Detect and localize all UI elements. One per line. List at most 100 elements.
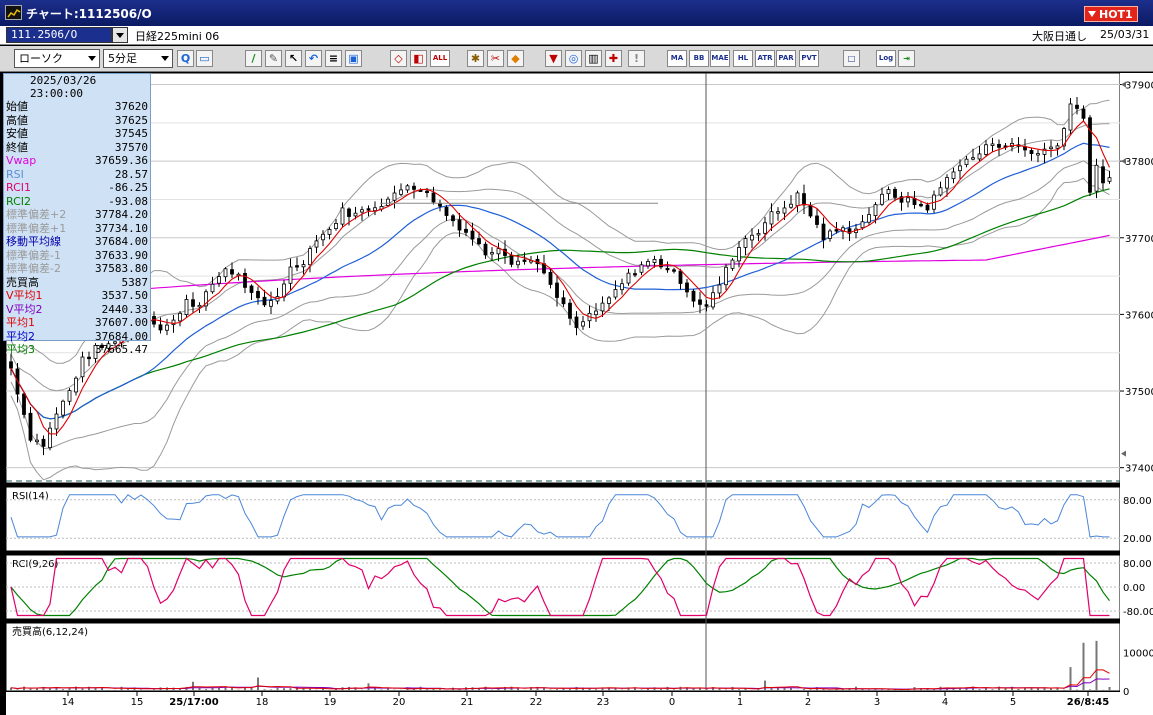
candle-body [347, 208, 351, 217]
indicator-button-pvt[interactable]: PVT [799, 50, 819, 67]
volume-bar [569, 689, 571, 691]
candle-body [1055, 145, 1060, 149]
hot-label: HOT1 [1099, 8, 1133, 21]
tools-icon[interactable]: ✂ [487, 50, 504, 67]
exit-icon[interactable]: ⇥ [898, 50, 915, 67]
delete-icon[interactable]: ▣ [345, 50, 362, 67]
symbol-input[interactable]: 111.2506/O [6, 27, 112, 43]
timeframe-select[interactable]: 5分足 [103, 49, 173, 68]
candle-body [308, 248, 312, 266]
info-row: 標準偏差+1 37734.10 [4, 222, 150, 236]
indicator-button-hl[interactable]: HL [733, 50, 753, 67]
volume-bar [276, 688, 279, 691]
volume-bar [1095, 640, 1098, 691]
time-axis-label: 2 [805, 697, 811, 708]
volume-bar [68, 687, 71, 691]
candle-body [711, 292, 715, 308]
zoom-icon[interactable]: Q [177, 50, 194, 67]
rsi-tick-label: 80.00 [1123, 496, 1152, 507]
volume-bar [1056, 688, 1059, 691]
volume-bar [1017, 688, 1020, 691]
volume-bar [445, 690, 448, 691]
time-axis-label: 23 [597, 697, 610, 708]
cursor-icon[interactable]: ↖ [285, 50, 302, 67]
indicator-button-par[interactable]: PAR [776, 50, 796, 67]
cross-icon[interactable]: ✚ [605, 50, 622, 67]
candle-body [301, 264, 306, 268]
candle-body [230, 269, 234, 275]
candle-body [54, 413, 59, 430]
candle-body [35, 439, 39, 443]
candle-body [464, 228, 468, 233]
candle-body [67, 390, 72, 402]
settings-icon[interactable]: ✱ [467, 50, 484, 67]
indicator-button-all[interactable]: ALL [430, 50, 450, 67]
info-row-label: 高値 [6, 113, 28, 127]
indicator-button-log[interactable]: Log [876, 50, 896, 67]
symbol-info-bar: 111.2506/O 日経225mini 06 大阪日通し 25/03/31 [0, 26, 1153, 45]
info-row: 標準偏差+2 37784.20 [4, 208, 150, 222]
volume-bar [751, 690, 753, 691]
candle-body [256, 290, 260, 299]
session-date: 25/03/31 [1100, 28, 1150, 41]
volume-bar [309, 688, 311, 691]
compare-icon[interactable]: ▥ [585, 50, 602, 67]
volume-bar [679, 686, 682, 691]
download-icon[interactable]: ▼ [545, 50, 562, 67]
candle-body [483, 243, 488, 256]
info-row-value: 37684.00 [95, 329, 148, 343]
info-icon[interactable]: ! [628, 50, 645, 67]
candle-body [600, 302, 605, 312]
chart-type-select[interactable]: ローソク [14, 49, 100, 68]
info-row: 平均1 37607.00 [4, 316, 150, 330]
document-icon[interactable]: ≡ [325, 50, 342, 67]
volume-bar [23, 686, 25, 691]
volume-bar [62, 689, 64, 691]
chart-area[interactable]: 379003780037700376003750037400141525/17:… [0, 73, 1153, 715]
search-chart-icon[interactable]: ◎ [565, 50, 582, 67]
candle-body [951, 171, 956, 180]
candle-body [938, 187, 943, 196]
volume-bar [1076, 689, 1078, 691]
candle-body [22, 393, 26, 415]
candle-body [964, 158, 969, 165]
candle-body [886, 189, 891, 195]
indicator-button-bb[interactable]: BB [689, 50, 709, 67]
volume-bar [699, 688, 701, 691]
candle-body [730, 259, 735, 269]
info-row: 終値 37570 [4, 141, 150, 155]
window-icon[interactable]: ▭ [196, 50, 213, 67]
candle-body [984, 144, 988, 155]
indicator-button-mae[interactable]: MAE [710, 50, 730, 67]
volume-bar [998, 686, 1000, 691]
ohlc-info-panel: 2025/03/26 23:00:00 始値 37620 高値 37625 安値 3754… [3, 73, 151, 356]
volume-bar [881, 689, 883, 691]
time-axis-label: 26/8:45 [1067, 697, 1109, 708]
volume-bar [874, 689, 877, 691]
candle-body [516, 260, 520, 266]
price-panel [5, 73, 1121, 484]
volume-bar [205, 689, 207, 691]
volume-bar [127, 689, 129, 691]
split-icon[interactable]: ◧ [410, 50, 427, 67]
candle-body [925, 204, 930, 211]
symbol-dropdown-button[interactable] [112, 27, 128, 43]
pen-icon[interactable]: ✎ [265, 50, 282, 67]
scale-icon[interactable]: ◇ [390, 50, 407, 67]
candle-body [425, 190, 429, 194]
frame-icon[interactable]: □ [843, 50, 860, 67]
info-row-label: 安値 [6, 127, 28, 141]
price-tick-label: 37500 [1125, 387, 1153, 398]
info-row: V平均2 2440.33 [4, 303, 150, 317]
volume-bar [380, 689, 383, 691]
undo-icon[interactable]: ↶ [305, 50, 322, 67]
hot-button[interactable]: HOT1 [1084, 6, 1138, 22]
info-row-label: 平均1 [6, 316, 35, 330]
info-row-value: 37684.00 [95, 235, 148, 249]
draw-line-icon[interactable]: / [245, 50, 262, 67]
indicator-button-atr[interactable]: ATR [755, 50, 775, 67]
indicator-button-ma[interactable]: MA [667, 50, 687, 67]
candle-body [477, 238, 481, 245]
candle-body [646, 261, 650, 267]
palette-icon[interactable]: ◆ [507, 50, 524, 67]
